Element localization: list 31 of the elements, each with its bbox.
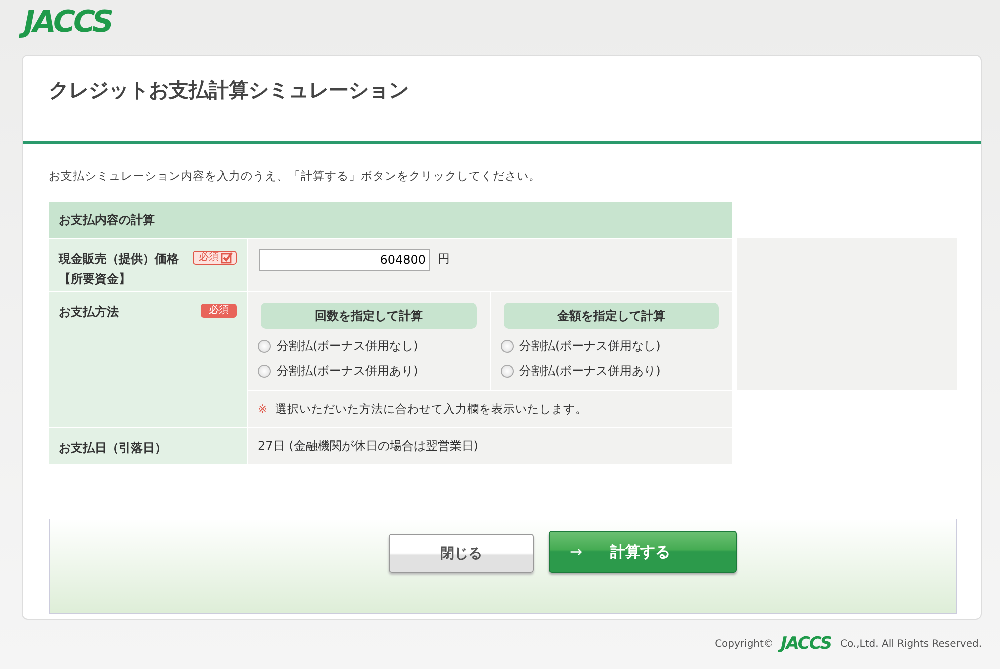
radio-icon[interactable] <box>500 340 514 353</box>
section-header: お支払内容の計算 <box>49 202 732 238</box>
jaccs-logo: JACCS <box>778 633 836 655</box>
copyright-text: Co.,Ltd. All Rights Reserved. <box>840 638 982 650</box>
radio-icon[interactable] <box>500 365 514 378</box>
radio-option[interactable]: 分割払(ボーナス併用なし) <box>500 334 720 359</box>
calculate-button[interactable]: → 計算する <box>549 531 737 573</box>
page-title: クレジットお支払計算シミュレーション <box>48 77 410 104</box>
radio-option[interactable]: 分割払(ボーナス併用なし) <box>258 334 478 359</box>
copyright-text: Copyright© <box>715 638 774 650</box>
unit-label: 円 <box>438 251 450 268</box>
radio-option[interactable]: 分割払(ボーナス併用あり) <box>500 359 720 384</box>
required-badge: 必須 <box>193 251 237 265</box>
required-badge: 必須 <box>201 304 237 318</box>
row-label: 【所要資金】 <box>59 271 132 288</box>
value-cell: 27日 (金融機関が休日の場合は翌営業日) <box>248 428 732 464</box>
price-input[interactable]: 604800 <box>259 249 430 271</box>
radio-icon[interactable] <box>258 340 271 353</box>
instruction-text: お支払シミュレーション内容を入力のうえ、「計算する」ボタンをクリックしてください。 <box>49 169 542 184</box>
radio-icon[interactable] <box>258 365 271 378</box>
row-label: お支払方法 <box>59 304 119 321</box>
method-heading: 金額を指定して計算 <box>504 303 719 329</box>
row-label: お支払日（引落日） <box>59 440 167 457</box>
method-heading: 回数を指定して計算 <box>261 303 476 329</box>
jaccs-logo: JACCS <box>21 4 118 42</box>
note-text: 選択いただいた方法に合わせて入力欄を表示いたします。 <box>275 402 588 416</box>
check-icon <box>221 252 233 264</box>
close-button[interactable]: 閉じる <box>389 534 534 573</box>
row-label: 現金販売（提供）価格 <box>59 251 179 268</box>
note-mark: ※ <box>258 402 268 416</box>
radio-option[interactable]: 分割払(ボーナス併用あり) <box>258 359 478 384</box>
